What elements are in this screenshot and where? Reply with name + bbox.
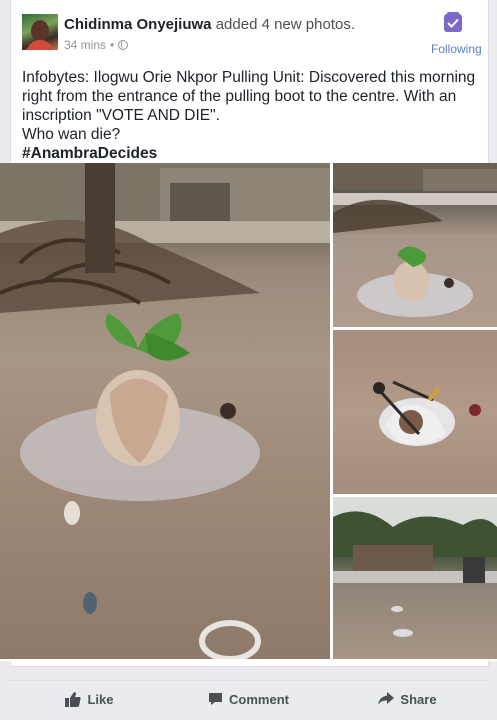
like-button[interactable]: Like (10, 684, 169, 714)
meta-separator: • (110, 38, 115, 52)
actions-divider (10, 680, 487, 681)
photo-1-scene (0, 163, 330, 659)
comment-button[interactable]: Comment (169, 684, 328, 714)
action-bar: Like Comment Share (10, 684, 487, 714)
avatar-shoulder (26, 40, 54, 50)
post-action-text: added 4 new photos. (215, 16, 355, 33)
photo-3-scene (373, 380, 481, 446)
photo-3[interactable] (333, 330, 497, 494)
photo-2-scene (333, 163, 497, 317)
avatar-face (31, 20, 49, 42)
like-label: Like (87, 691, 114, 707)
hashtag-link[interactable]: #AnambraDecides (22, 144, 482, 163)
post-body: Infobytes: Ilogwu Orie Nkpor Pulling Uni… (22, 68, 482, 163)
post-time[interactable]: 34 mins (64, 38, 106, 52)
following-button[interactable]: Following (431, 42, 482, 56)
post-meta: 34 mins • (64, 38, 129, 52)
photo-1[interactable] (0, 163, 330, 659)
comment-bubble-icon (209, 693, 223, 705)
post-header: Chidinma Onyejiuwa added 4 new photos. (64, 16, 355, 33)
share-arrow-icon (378, 692, 395, 705)
photo-4-scene (333, 497, 497, 637)
thumbs-up-icon (65, 691, 82, 707)
following-check-icon[interactable] (444, 12, 462, 32)
post-text-line: Who wan die? (22, 126, 121, 143)
photo-grid (0, 163, 497, 661)
author-avatar[interactable] (22, 14, 58, 50)
post-text-line: Infobytes: Ilogwu Orie Nkpor Pulling Uni… (22, 69, 476, 124)
comment-label: Comment (229, 691, 289, 707)
photo-4[interactable] (333, 497, 497, 659)
author-name[interactable]: Chidinma Onyejiuwa (64, 16, 212, 33)
share-label: Share (400, 691, 437, 707)
share-button[interactable]: Share (328, 684, 487, 714)
globe-icon (118, 40, 129, 50)
photo-2[interactable] (333, 163, 497, 327)
